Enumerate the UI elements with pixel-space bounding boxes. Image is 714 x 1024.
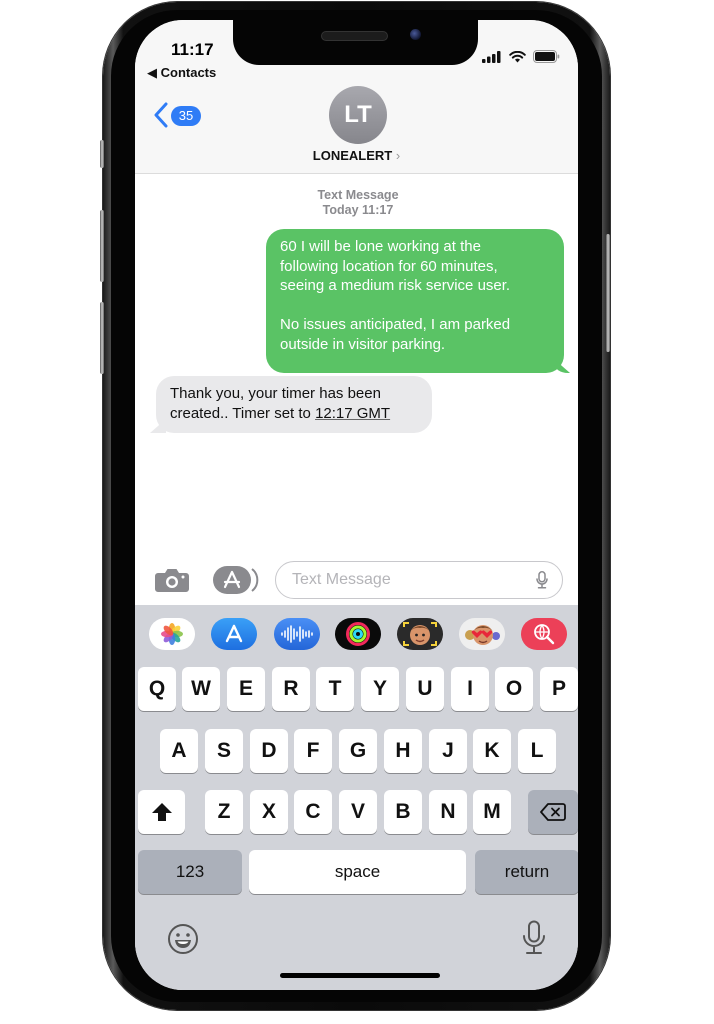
activity-rings-icon[interactable] bbox=[335, 618, 381, 650]
audio-message-icon[interactable] bbox=[274, 618, 320, 650]
key-a[interactable]: A bbox=[160, 729, 198, 773]
home-indicator[interactable] bbox=[280, 973, 440, 978]
message-line: seeing a medium risk service user. bbox=[280, 277, 511, 294]
memoji-stickers-icon[interactable] bbox=[459, 618, 505, 650]
key-e[interactable]: E bbox=[227, 667, 265, 711]
message-text: created.. Timer set to bbox=[170, 404, 316, 422]
status-icons bbox=[482, 50, 560, 63]
status-time: 11:17 bbox=[171, 40, 214, 59]
cellular-signal-icon bbox=[482, 50, 501, 63]
front-camera bbox=[410, 29, 421, 40]
key-j[interactable]: J bbox=[429, 729, 467, 773]
key-r[interactable]: R bbox=[272, 667, 310, 711]
composer-bar bbox=[135, 555, 578, 605]
app-store-a-glyph bbox=[225, 624, 243, 643]
return-key[interactable]: return bbox=[475, 850, 578, 894]
memoji-heart-eyes-glyph bbox=[465, 625, 500, 645]
key-b[interactable]: B bbox=[384, 790, 422, 834]
key-k[interactable]: K bbox=[473, 729, 511, 773]
key-n[interactable]: N bbox=[429, 790, 467, 834]
earpiece-speaker bbox=[321, 31, 388, 41]
back-chevron-icon[interactable] bbox=[153, 102, 169, 128]
dictation-mic-icon[interactable] bbox=[536, 571, 548, 589]
key-o[interactable]: O bbox=[495, 667, 533, 711]
key-i[interactable]: I bbox=[451, 667, 489, 711]
message-line bbox=[280, 296, 550, 316]
message-type-label: Text Message bbox=[317, 188, 399, 202]
emoji-keyboard-icon[interactable] bbox=[167, 923, 199, 955]
space-key[interactable]: space bbox=[249, 850, 466, 894]
screen: 11:17 ◀ Contacts 35 LT LONEALERT › Text … bbox=[135, 20, 578, 990]
timer-time-link[interactable]: 12:17 GMT bbox=[315, 405, 390, 422]
keyboard-dictation-mic-icon[interactable] bbox=[521, 920, 547, 956]
key-y[interactable]: Y bbox=[361, 667, 399, 711]
memoji-face-glyph bbox=[403, 622, 437, 646]
key-q[interactable]: Q bbox=[138, 667, 176, 711]
key-v[interactable]: V bbox=[339, 790, 377, 834]
camera-icon[interactable] bbox=[154, 567, 190, 593]
message-date-label: Today 11:17 bbox=[322, 203, 394, 217]
photos-flower-icon bbox=[161, 623, 183, 645]
back-to-contacts-link[interactable]: ◀ Contacts bbox=[147, 65, 216, 81]
chevron-right-icon: › bbox=[395, 148, 401, 163]
backspace-key[interactable] bbox=[528, 790, 578, 834]
message-line: Thank you, your timer has been bbox=[170, 385, 381, 402]
silent-switch bbox=[100, 140, 104, 168]
volume-down-button bbox=[100, 302, 104, 374]
memoji-camera-icon[interactable] bbox=[397, 618, 443, 650]
message-timestamp: Text Message Today 11:17 bbox=[135, 188, 578, 218]
globe-search-glyph bbox=[534, 624, 555, 645]
contact-avatar[interactable]: LT bbox=[329, 86, 387, 144]
key-f[interactable]: F bbox=[294, 729, 332, 773]
key-g[interactable]: G bbox=[339, 729, 377, 773]
message-text-field[interactable] bbox=[275, 561, 563, 599]
power-button bbox=[606, 234, 610, 352]
battery-icon bbox=[533, 50, 560, 63]
outgoing-message-bubble[interactable]: 60 I will be lone working at the followi… bbox=[266, 229, 564, 373]
web-images-search-icon[interactable] bbox=[521, 618, 567, 650]
keyboard: Q W E R T Y U I O P A S D F G H J K L Z … bbox=[135, 605, 578, 990]
app-store-icon[interactable] bbox=[211, 618, 257, 650]
key-t[interactable]: T bbox=[316, 667, 354, 711]
volume-up-button bbox=[100, 210, 104, 282]
shift-arrow-icon bbox=[151, 803, 172, 821]
waveform-icon bbox=[281, 625, 313, 643]
wifi-icon bbox=[509, 50, 526, 62]
numbers-key[interactable]: 123 bbox=[138, 850, 242, 894]
key-w[interactable]: W bbox=[182, 667, 220, 711]
key-m[interactable]: M bbox=[473, 790, 511, 834]
contact-name-button[interactable]: LONEALERT › bbox=[135, 148, 578, 163]
unread-count-badge[interactable]: 35 bbox=[171, 106, 201, 126]
incoming-message-bubble[interactable]: Thank you, your timer has been created..… bbox=[156, 376, 432, 433]
imessage-app-strip bbox=[135, 605, 578, 663]
key-c[interactable]: C bbox=[294, 790, 332, 834]
key-u[interactable]: U bbox=[406, 667, 444, 711]
photos-app-icon[interactable] bbox=[149, 618, 195, 650]
message-input[interactable] bbox=[290, 570, 524, 590]
message-line: outside in visitor parking. bbox=[280, 335, 446, 353]
message-line: No issues anticipated, I am parked bbox=[280, 316, 511, 333]
key-z[interactable]: Z bbox=[205, 790, 243, 834]
message-line: created.. Timer set to 12:17 GMT bbox=[170, 404, 418, 424]
notch bbox=[233, 20, 478, 65]
key-x[interactable]: X bbox=[250, 790, 288, 834]
contact-name: LONEALERT bbox=[312, 148, 393, 163]
rings-glyph bbox=[346, 622, 370, 646]
message-line: 60 I will be lone working at the bbox=[280, 238, 481, 255]
key-d[interactable]: D bbox=[250, 729, 288, 773]
message-line: following location for 60 minutes, bbox=[280, 257, 498, 275]
app-store-toggle-icon[interactable] bbox=[213, 566, 259, 594]
key-h[interactable]: H bbox=[384, 729, 422, 773]
key-p[interactable]: P bbox=[540, 667, 578, 711]
key-s[interactable]: S bbox=[205, 729, 243, 773]
shift-key[interactable] bbox=[138, 790, 185, 834]
delete-backward-icon bbox=[540, 803, 566, 821]
key-l[interactable]: L bbox=[518, 729, 556, 773]
